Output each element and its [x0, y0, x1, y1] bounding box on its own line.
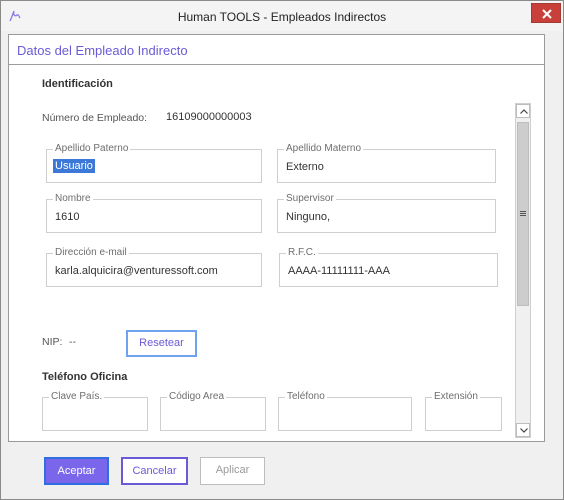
extension-field[interactable]: Extensión	[425, 391, 502, 431]
nip-label: NIP:	[42, 336, 63, 348]
codigo-area-label: Código Area	[167, 391, 227, 402]
apellido-materno-field[interactable]: Apellido Materno Externo	[277, 143, 496, 183]
apellido-materno-value: Externo	[286, 161, 324, 173]
supervisor-field[interactable]: Supervisor Ninguno,	[277, 193, 496, 233]
nip-value: --	[69, 336, 76, 348]
employee-number-value: 16109000000003	[166, 111, 252, 123]
close-button[interactable]	[531, 3, 561, 23]
chevron-up-icon	[520, 109, 528, 114]
cancel-button[interactable]: Cancelar	[121, 457, 188, 485]
app-window: Human TOOLS - Empleados Indirectos Datos…	[0, 0, 564, 500]
section-title-telefono-oficina: Teléfono Oficina	[42, 371, 128, 383]
chevron-down-icon	[520, 428, 528, 433]
section-title-identificacion: Identificación	[42, 78, 113, 90]
apply-button[interactable]: Aplicar	[200, 457, 265, 485]
apellido-paterno-value: Usuario	[53, 159, 95, 173]
nombre-field[interactable]: Nombre 1610	[46, 193, 262, 233]
window-title: Human TOOLS - Empleados Indirectos	[177, 10, 387, 24]
email-value: karla.alquicira@venturessoft.com	[55, 265, 218, 277]
apellido-paterno-label: Apellido Paterno	[53, 143, 131, 154]
dialog-title: Datos del Empleado Indirecto	[17, 43, 188, 58]
grip-line	[520, 211, 526, 212]
supervisor-label: Supervisor	[284, 193, 336, 204]
rfc-field[interactable]: R.F.C. AAAA-11111111-AAA	[279, 247, 498, 287]
title-bar[interactable]: Human TOOLS - Empleados Indirectos	[1, 1, 563, 31]
rfc-label: R.F.C.	[286, 247, 318, 258]
scroll-thumb[interactable]	[517, 122, 529, 306]
email-field[interactable]: Dirección e-mail karla.alquicira@venture…	[46, 247, 262, 287]
close-icon	[542, 9, 552, 19]
scroll-content: Identificación Número de Empleado: 16109…	[9, 65, 544, 441]
rfc-value: AAAA-11111111-AAA	[288, 265, 390, 277]
clave-pais-field[interactable]: Clave País.	[42, 391, 148, 431]
nombre-label: Nombre	[53, 193, 93, 204]
employee-number-label: Número de Empleado:	[42, 112, 148, 124]
grip-line	[520, 213, 526, 214]
apellido-materno-label: Apellido Materno	[284, 143, 364, 154]
scroll-up-button[interactable]	[516, 104, 530, 118]
clave-pais-label: Clave País.	[49, 391, 105, 402]
grip-line	[520, 215, 526, 216]
employee-dialog: Datos del Empleado Indirecto Identificac…	[8, 34, 545, 442]
supervisor-value: Ninguno,	[286, 211, 331, 223]
telefono-field[interactable]: Teléfono	[278, 391, 412, 431]
scroll-down-button[interactable]	[516, 423, 530, 437]
accept-button[interactable]: Aceptar	[44, 457, 109, 485]
extension-label: Extensión	[432, 391, 480, 402]
apellido-paterno-field[interactable]: Apellido Paterno Usuario	[46, 143, 262, 183]
reset-button[interactable]: Resetear	[126, 330, 197, 357]
nombre-value: 1610	[55, 211, 80, 223]
email-label: Dirección e-mail	[53, 247, 129, 258]
telefono-label: Teléfono	[285, 391, 327, 402]
codigo-area-field[interactable]: Código Area	[160, 391, 266, 431]
vertical-scrollbar[interactable]	[515, 103, 531, 438]
